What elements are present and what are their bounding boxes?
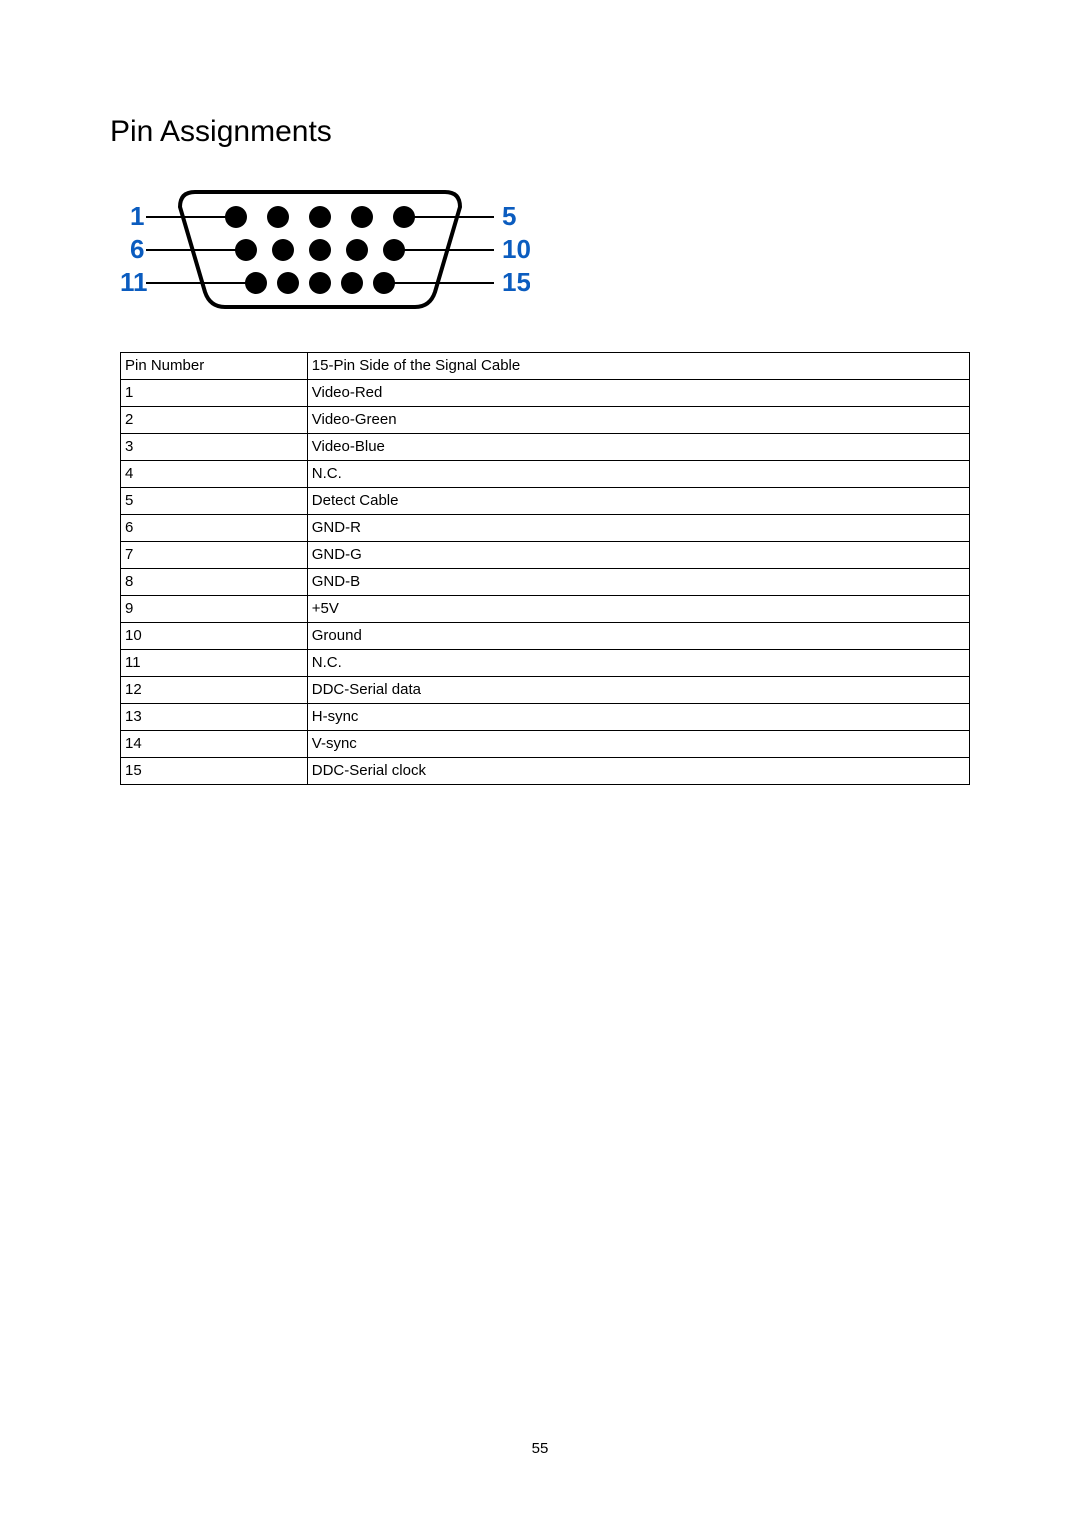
cell-signal: Ground bbox=[307, 623, 969, 650]
table-header-row: Pin Number 15-Pin Side of the Signal Cab… bbox=[121, 353, 970, 380]
cell-pin: 7 bbox=[121, 542, 308, 569]
cell-signal: DDC-Serial clock bbox=[307, 758, 969, 785]
table-row: 5Detect Cable bbox=[121, 488, 970, 515]
table-row: 10Ground bbox=[121, 623, 970, 650]
table-row: 14V-sync bbox=[121, 731, 970, 758]
svg-text:6: 6 bbox=[130, 234, 144, 264]
cell-pin: 14 bbox=[121, 731, 308, 758]
vga-connector-svg: 1 6 11 5 10 15 bbox=[110, 167, 530, 327]
cell-pin: 5 bbox=[121, 488, 308, 515]
cell-signal: DDC-Serial data bbox=[307, 677, 969, 704]
cell-pin: 13 bbox=[121, 704, 308, 731]
section-heading: Pin Assignments bbox=[110, 115, 970, 149]
connector-diagram: 1 6 11 5 10 15 bbox=[110, 167, 970, 332]
cell-signal: GND-R bbox=[307, 515, 969, 542]
cell-pin: 9 bbox=[121, 596, 308, 623]
cell-signal: +5V bbox=[307, 596, 969, 623]
table-row: 4N.C. bbox=[121, 461, 970, 488]
page-number: 55 bbox=[0, 1440, 1080, 1457]
page: Pin Assignments bbox=[0, 0, 1080, 1527]
cell-signal: V-sync bbox=[307, 731, 969, 758]
cell-pin: 3 bbox=[121, 434, 308, 461]
table-row: 7GND-G bbox=[121, 542, 970, 569]
svg-text:5: 5 bbox=[502, 201, 516, 231]
table-row: 2Video-Green bbox=[121, 407, 970, 434]
cell-signal: GND-G bbox=[307, 542, 969, 569]
table-row: 15DDC-Serial clock bbox=[121, 758, 970, 785]
pin-table-body: Pin Number 15-Pin Side of the Signal Cab… bbox=[121, 353, 970, 785]
cell-pin: 8 bbox=[121, 569, 308, 596]
table-row: 11N.C. bbox=[121, 650, 970, 677]
svg-text:11: 11 bbox=[120, 267, 148, 297]
cell-signal: Video-Red bbox=[307, 380, 969, 407]
cell-signal: Detect Cable bbox=[307, 488, 969, 515]
cell-pin: 15 bbox=[121, 758, 308, 785]
svg-text:1: 1 bbox=[130, 201, 144, 231]
table-row: 3Video-Blue bbox=[121, 434, 970, 461]
cell-pin: 1 bbox=[121, 380, 308, 407]
cell-pin: 12 bbox=[121, 677, 308, 704]
cell-signal: Video-Green bbox=[307, 407, 969, 434]
svg-text:10: 10 bbox=[502, 234, 530, 264]
cell-signal: Video-Blue bbox=[307, 434, 969, 461]
header-signal: 15-Pin Side of the Signal Cable bbox=[307, 353, 969, 380]
cell-signal: H-sync bbox=[307, 704, 969, 731]
table-row: 1Video-Red bbox=[121, 380, 970, 407]
table-row: 6GND-R bbox=[121, 515, 970, 542]
cell-pin: 11 bbox=[121, 650, 308, 677]
table-row: 8GND-B bbox=[121, 569, 970, 596]
cell-signal: N.C. bbox=[307, 461, 969, 488]
table-row: 12DDC-Serial data bbox=[121, 677, 970, 704]
cell-signal: N.C. bbox=[307, 650, 969, 677]
pin-assignment-table: Pin Number 15-Pin Side of the Signal Cab… bbox=[120, 352, 970, 785]
table-row: 13H-sync bbox=[121, 704, 970, 731]
cell-pin: 6 bbox=[121, 515, 308, 542]
table-row: 9+5V bbox=[121, 596, 970, 623]
cell-signal: GND-B bbox=[307, 569, 969, 596]
cell-pin: 2 bbox=[121, 407, 308, 434]
svg-text:15: 15 bbox=[502, 267, 530, 297]
cell-pin: 10 bbox=[121, 623, 308, 650]
cell-pin: 4 bbox=[121, 461, 308, 488]
header-pin-number: Pin Number bbox=[121, 353, 308, 380]
